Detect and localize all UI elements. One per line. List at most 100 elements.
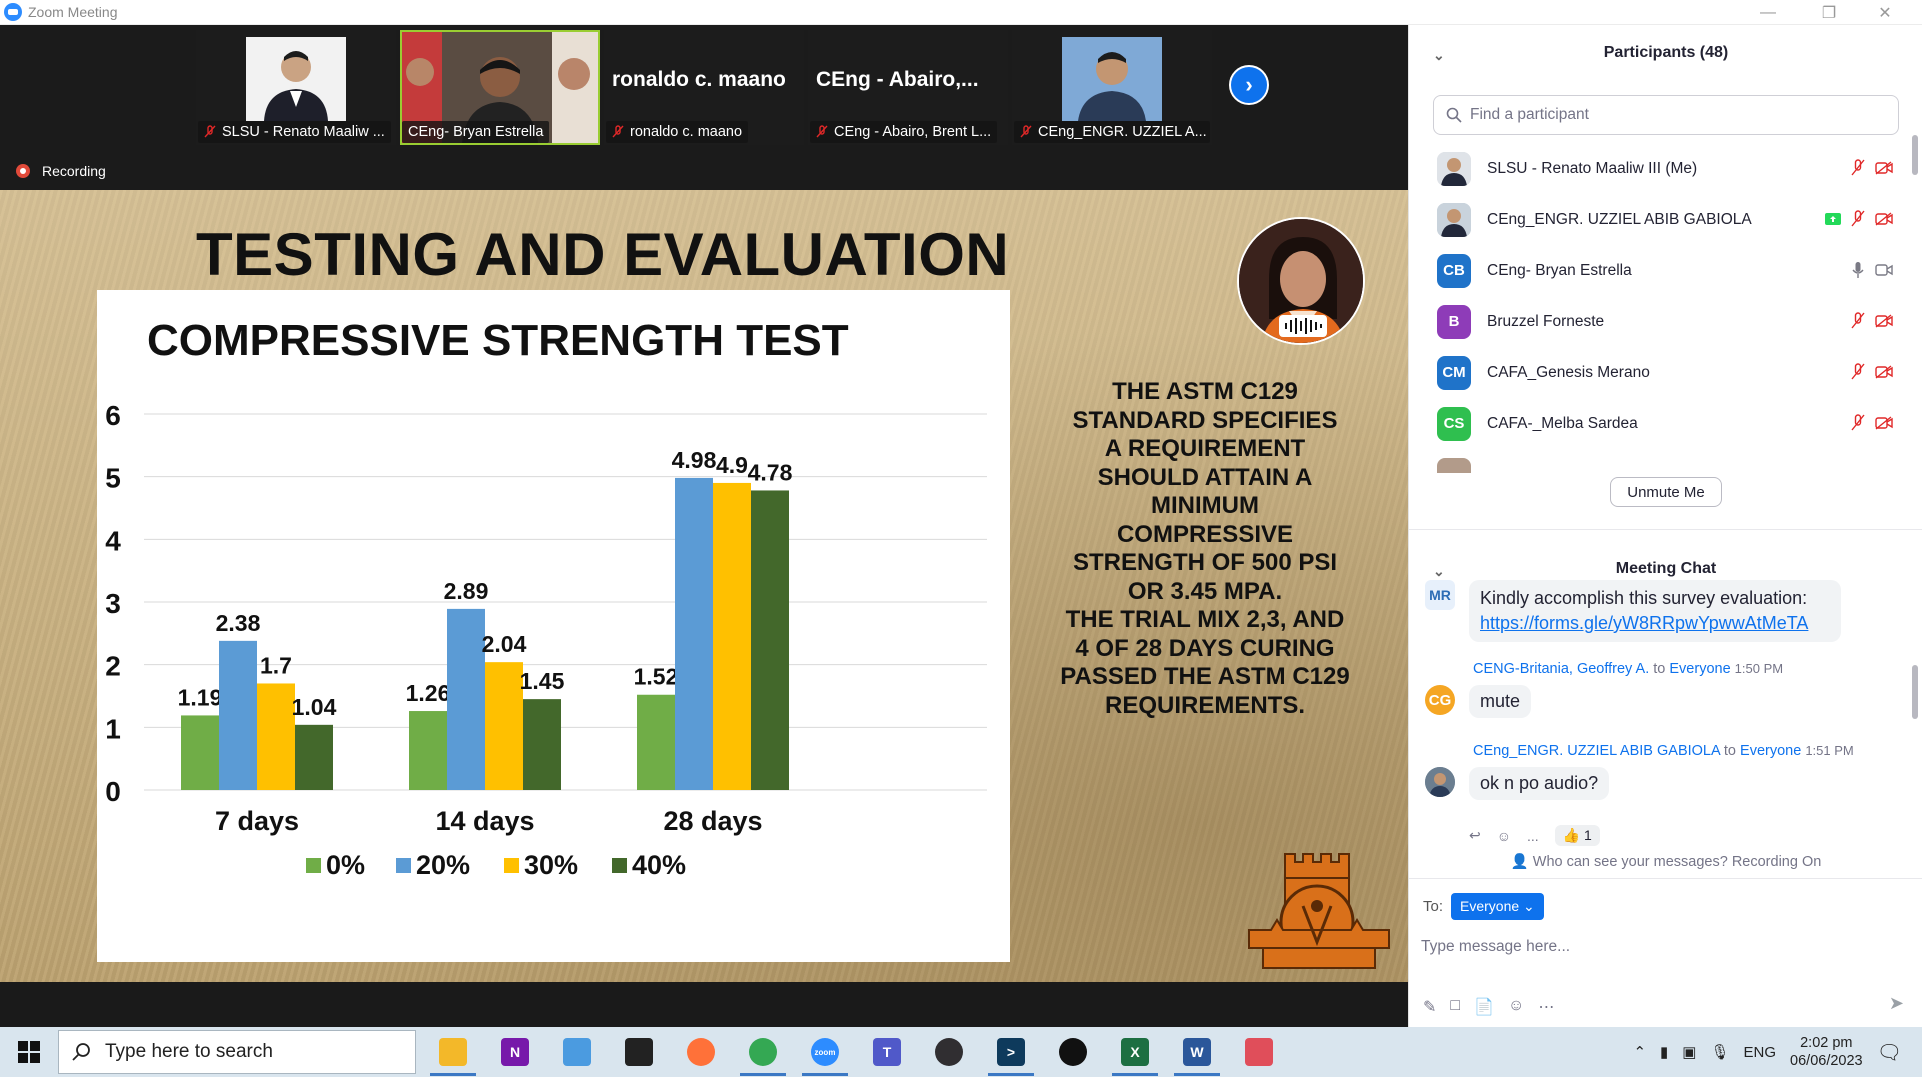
chat-time: 1:51 PM — [1805, 743, 1854, 758]
legend-swatch — [612, 858, 627, 873]
screenshot-icon[interactable]: □ — [1450, 997, 1460, 1017]
word-icon: W — [1183, 1038, 1211, 1066]
mic-muted-icon — [1851, 312, 1865, 329]
participant-name: CAFA_Genesis Merano — [1487, 363, 1650, 381]
slide-note-line: STRENGTH OF 500 PSI — [1072, 549, 1338, 576]
survey-link[interactable]: https://forms.gle/yW8RRpwYpwwAtMeTA — [1480, 613, 1808, 633]
clock[interactable]: 2:02 pm 06/06/2023 — [1790, 1034, 1863, 1070]
video-thumbnail[interactable]: CEng - Abairo,... CEng - Abairo, Brent L… — [808, 30, 1008, 145]
data-label: 1.7 — [260, 652, 292, 678]
collapse-chevron-icon[interactable]: ⌄ — [1433, 47, 1445, 63]
taskbar-app-snipping[interactable] — [1228, 1027, 1290, 1077]
emoji-icon[interactable]: ☺ — [1508, 997, 1524, 1017]
chat-scrollbar[interactable] — [1912, 665, 1918, 719]
unmute-me-button[interactable]: Unmute Me — [1610, 477, 1722, 507]
chat-message-input[interactable] — [1421, 930, 1901, 964]
recipient-dropdown[interactable]: Everyone ⌄ — [1451, 893, 1544, 920]
notifications-icon[interactable]: 🗨 — [1877, 1040, 1902, 1065]
taskbar-app-zoom[interactable]: zoom — [794, 1027, 856, 1077]
participant-display-name: CEng - Abairo,... — [816, 68, 979, 91]
participant-avatar: CM — [1437, 355, 1471, 390]
taskbar-app-chrome[interactable] — [732, 1027, 794, 1077]
video-thumbnail[interactable]: SLSU - Renato Maaliw ... — [196, 30, 396, 145]
visibility-note[interactable]: 👤 Who can see your messages? Recording O… — [1409, 853, 1922, 870]
taskbar-app-terminal[interactable] — [608, 1027, 670, 1077]
recording-label: Recording — [42, 163, 106, 179]
participant-name-label: SLSU - Renato Maaliw ... — [198, 121, 391, 143]
taskbar-app-powershell[interactable]: > — [980, 1027, 1042, 1077]
network-icon[interactable]: ▣ — [1682, 1043, 1696, 1061]
chat-sender[interactable]: CEng_ENGR. UZZIEL ABIB GABIOLA — [1473, 743, 1720, 759]
taskbar-app-word[interactable]: W — [1166, 1027, 1228, 1077]
participant-avatar — [1437, 457, 1471, 473]
slide-note-line: A REQUIREMENT — [1104, 435, 1306, 462]
chat-message: mute — [1469, 685, 1532, 718]
participant-row[interactable]: CS CAFA-_Melba Sardea — [1409, 398, 1922, 449]
taskbar-app-file-explorer[interactable] — [422, 1027, 484, 1077]
chart-title: COMPRESSIVE STRENGTH TEST — [147, 316, 849, 365]
recipient-row: To: Everyone ⌄ — [1423, 893, 1544, 920]
restore-button[interactable]: ❐ — [1806, 0, 1852, 25]
avatar-photo — [1425, 767, 1455, 797]
participant-avatar: B — [1437, 304, 1471, 339]
mic-muted-icon — [1851, 363, 1865, 380]
next-page-arrow-icon[interactable]: › — [1229, 65, 1269, 105]
participant-row[interactable]: SLSU - Renato Maaliw III (Me) — [1409, 143, 1922, 194]
participant-list-scrollbar[interactable] — [1912, 135, 1918, 175]
taskbar-app-paint[interactable] — [546, 1027, 608, 1077]
participant-row[interactable]: B Bruzzel Forneste — [1409, 296, 1922, 347]
participant-search[interactable] — [1433, 95, 1899, 135]
taskbar-search[interactable] — [58, 1030, 416, 1074]
to-label: To: — [1423, 898, 1444, 915]
participant-avatar — [1437, 151, 1471, 186]
recording-indicator[interactable]: Recording — [16, 163, 106, 179]
taskbar-app-onenote[interactable]: N — [484, 1027, 546, 1077]
data-label: 1.04 — [292, 694, 337, 720]
taskbar-search-input[interactable] — [105, 1041, 405, 1063]
taskbar-app-teams[interactable]: T — [856, 1027, 918, 1077]
participant-status-icons — [1851, 363, 1893, 381]
video-thumbnail[interactable]: CEng_ENGR. UZZIEL A... — [1012, 30, 1212, 145]
start-button[interactable] — [0, 1027, 58, 1077]
file-icon[interactable]: 📄 — [1474, 997, 1494, 1017]
participant-row[interactable]: CM CAFA_Genesis Merano — [1409, 347, 1922, 398]
participant-name: CEng - Abairo, Brent L... — [834, 124, 992, 140]
slide-note-line: COMPRESSIVE — [1116, 520, 1294, 548]
send-icon[interactable]: ➤ — [1889, 993, 1904, 1014]
thumbs-up-reaction[interactable]: 👍 1 — [1554, 825, 1600, 846]
video-thumbnail[interactable]: ronaldo c. maano ronaldo c. maano — [604, 30, 804, 145]
reply-icon[interactable]: ↩ — [1469, 827, 1481, 844]
more-options-icon[interactable]: ... — [1527, 828, 1539, 844]
data-label: 2.38 — [216, 610, 261, 636]
y-tick-label: 5 — [105, 463, 121, 494]
battery-icon[interactable]: ▮ — [1660, 1043, 1668, 1061]
participant-row-partial — [1409, 449, 1922, 473]
panel-divider — [1409, 529, 1922, 530]
participant-row[interactable]: CEng_ENGR. UZZIEL ABIB GABIOLA — [1409, 194, 1922, 245]
close-button[interactable]: ✕ — [1862, 0, 1908, 25]
chrome-icon — [749, 1038, 777, 1066]
participant-search-input[interactable] — [1470, 106, 1870, 124]
video-thumbnail-active-speaker[interactable]: CEng- Bryan Estrella — [400, 30, 600, 145]
participant-status-icons — [1825, 210, 1893, 228]
taskbar-app-firefox[interactable] — [670, 1027, 732, 1077]
collapse-chevron-icon[interactable]: ⌄ — [1433, 563, 1445, 579]
chat-sender[interactable]: CENG-Britania, Geoffrey A. — [1473, 661, 1649, 677]
bar — [219, 640, 257, 790]
bar — [257, 683, 295, 790]
show-hidden-icons-chevron-icon[interactable]: ⌃ — [1633, 1043, 1646, 1061]
taskbar-app-excel[interactable]: X — [1104, 1027, 1166, 1077]
slide-note-line: STANDARD SPECIFIES — [1072, 406, 1338, 434]
data-label: 4.98 — [672, 447, 717, 473]
participant-name-label: CEng- Bryan Estrella — [402, 121, 550, 143]
add-reaction-icon[interactable]: ☺ — [1497, 828, 1511, 844]
y-tick-label: 0 — [105, 776, 121, 807]
participant-row[interactable]: CB CEng- Bryan Estrella — [1409, 245, 1922, 296]
language-indicator[interactable]: ENG — [1744, 1044, 1777, 1061]
taskbar-app-obs[interactable] — [918, 1027, 980, 1077]
more-icon[interactable]: ⋯ — [1538, 997, 1554, 1017]
taskbar-app-github[interactable] — [1042, 1027, 1104, 1077]
microphone-icon[interactable]: 🎙 — [1710, 1043, 1729, 1061]
minimize-button[interactable]: — — [1745, 0, 1791, 25]
format-icon[interactable]: ✎ — [1423, 997, 1436, 1017]
